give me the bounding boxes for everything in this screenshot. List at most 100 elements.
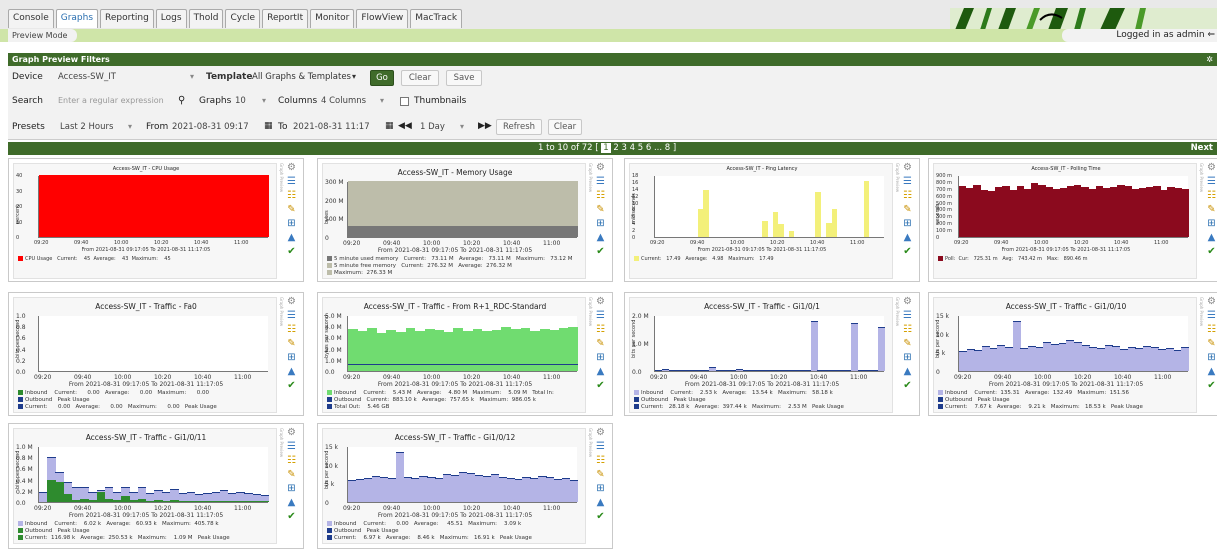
zoom-icon[interactable]: ⊞: [901, 218, 914, 230]
graph-card[interactable]: Access-SW_IT - Memory Usage bytes 300 M 200…: [317, 158, 613, 282]
tab-logs[interactable]: Logs: [155, 9, 187, 28]
graph-image[interactable]: Access-SW_IT - Traffic - Gi1/0/12 bits pe…: [322, 428, 586, 544]
graph-card[interactable]: Access-SW_IT - Traffic - Gi1/0/1 bits per…: [624, 292, 920, 416]
list-icon[interactable]: ☷: [901, 324, 914, 336]
list-icon[interactable]: ☷: [1205, 190, 1217, 202]
gear-icon[interactable]: ⚙: [285, 427, 298, 439]
graph-image[interactable]: Access-SW_IT - CPU Usage percent 40 30 20 10 0…: [13, 163, 277, 279]
tab-flowview[interactable]: FlowView: [356, 9, 409, 28]
edit-icon[interactable]: ✎: [901, 338, 914, 350]
calendar-icon[interactable]: ▦: [385, 121, 394, 131]
list-icon[interactable]: ☷: [1205, 324, 1217, 336]
search-icon[interactable]: ⚲: [178, 95, 185, 106]
wrench-icon[interactable]: ✔: [1205, 246, 1217, 258]
tab-cycle[interactable]: Cycle: [225, 9, 261, 28]
timespan-icon[interactable]: ▲: [285, 366, 298, 378]
gear-icon[interactable]: ⚙: [1205, 162, 1217, 174]
current-page[interactable]: 1: [601, 143, 611, 153]
timespan-dropdown-icon[interactable]: ▾: [460, 122, 464, 131]
tab-reporting[interactable]: Reporting: [100, 9, 154, 28]
graph-card[interactable]: Access-SW_IT - Traffic - Gi1/0/10 bits pe…: [928, 292, 1217, 416]
next-page-link[interactable]: Next: [1191, 142, 1213, 155]
wrench-icon[interactable]: ✔: [901, 380, 914, 392]
gear-icon[interactable]: ⚙: [594, 296, 607, 308]
edit-icon[interactable]: ✎: [901, 204, 914, 216]
presets-dropdown-icon[interactable]: ▾: [128, 122, 132, 131]
graph-image[interactable]: Access-SW_IT - Traffic - Gi1/0/11 bits pe…: [13, 428, 277, 544]
wrench-icon[interactable]: ✔: [594, 246, 607, 258]
timespan-icon[interactable]: ▲: [594, 497, 607, 509]
zoom-icon[interactable]: ⊞: [285, 352, 298, 364]
list-icon[interactable]: ☷: [594, 190, 607, 202]
device-dropdown-icon[interactable]: ▾: [190, 72, 194, 81]
search-input[interactable]: Enter a regular expression: [58, 93, 183, 109]
csv-icon[interactable]: ☰: [285, 310, 298, 322]
wrench-icon[interactable]: ✔: [285, 511, 298, 523]
wrench-icon[interactable]: ✔: [285, 380, 298, 392]
graph-image[interactable]: Access-SW_IT - Ping Latency milliseconds 1…: [629, 163, 893, 279]
csv-icon[interactable]: ☰: [901, 176, 914, 188]
clear-button[interactable]: Clear: [401, 70, 439, 86]
csv-icon[interactable]: ☰: [594, 176, 607, 188]
zoom-icon[interactable]: ⊞: [901, 352, 914, 364]
list-icon[interactable]: ☷: [594, 324, 607, 336]
timespan-icon[interactable]: ▲: [901, 232, 914, 244]
go-button[interactable]: Go: [370, 70, 394, 86]
device-select[interactable]: Access-SW_IT: [58, 69, 198, 85]
zoom-icon[interactable]: ⊞: [594, 218, 607, 230]
gear-icon[interactable]: ⚙: [594, 162, 607, 174]
timespan-icon[interactable]: ▲: [901, 366, 914, 378]
clear-time-button[interactable]: Clear: [548, 119, 582, 135]
graph-card[interactable]: Access-SW_IT - Ping Latency milliseconds 1…: [624, 158, 920, 282]
zoom-icon[interactable]: ⊞: [1205, 352, 1217, 364]
timespan-icon[interactable]: ▲: [1205, 366, 1217, 378]
list-icon[interactable]: ☷: [285, 324, 298, 336]
shift-left-icon[interactable]: ◀◀: [398, 121, 412, 131]
tab-monitor[interactable]: Monitor: [310, 9, 355, 28]
tab-mactrack[interactable]: MacTrack: [410, 9, 463, 28]
page-links[interactable]: 2 3 4 5 6 ... 8 ]: [613, 143, 676, 153]
from-date-input[interactable]: 2021-08-31 09:17: [172, 119, 262, 135]
edit-icon[interactable]: ✎: [1205, 338, 1217, 350]
tab-console[interactable]: Console: [8, 9, 54, 28]
template-dropdown-icon[interactable]: ▾: [352, 72, 356, 81]
edit-icon[interactable]: ✎: [285, 469, 298, 481]
calendar-icon[interactable]: ▦: [264, 121, 273, 131]
csv-icon[interactable]: ☰: [594, 310, 607, 322]
gear-icon[interactable]: ⚙: [901, 162, 914, 174]
csv-icon[interactable]: ☰: [901, 310, 914, 322]
shift-right-icon[interactable]: ▶▶: [478, 121, 492, 131]
presets-select[interactable]: Last 2 Hours: [60, 119, 120, 135]
timespan-icon[interactable]: ▲: [594, 366, 607, 378]
zoom-icon[interactable]: ⊞: [594, 483, 607, 495]
csv-icon[interactable]: ☰: [285, 441, 298, 453]
edit-icon[interactable]: ✎: [594, 204, 607, 216]
timespan-icon[interactable]: ▲: [285, 497, 298, 509]
timespan-icon[interactable]: ▲: [1205, 232, 1217, 244]
zoom-icon[interactable]: ⊞: [1205, 218, 1217, 230]
wrench-icon[interactable]: ✔: [901, 246, 914, 258]
graph-card[interactable]: Access-SW_IT - Polling Time seconds 900 m8…: [928, 158, 1217, 282]
graph-card[interactable]: Access-SW_IT - Traffic - Gi1/0/12 bits pe…: [317, 423, 613, 549]
columns-dropdown-icon[interactable]: ▾: [380, 96, 384, 105]
graph-image[interactable]: Access-SW_IT - Traffic - Gi1/0/1 bits per…: [629, 297, 893, 413]
gear-icon[interactable]: ⚙: [1205, 296, 1217, 308]
timespan-icon[interactable]: ▲: [285, 232, 298, 244]
collapse-icon[interactable]: ✲: [1206, 53, 1213, 66]
thumbnails-checkbox[interactable]: [400, 97, 409, 106]
graph-card[interactable]: Access-SW_IT - Traffic - From R+1_RDC-St…: [317, 292, 613, 416]
wrench-icon[interactable]: ✔: [285, 246, 298, 258]
timespan-icon[interactable]: ▲: [594, 232, 607, 244]
csv-icon[interactable]: ☰: [285, 176, 298, 188]
graphs-select[interactable]: 10: [235, 93, 255, 109]
tab-graphs[interactable]: Graphs: [55, 9, 99, 28]
graph-card[interactable]: Access-SW_IT - Traffic - Fa0 bits per sec…: [8, 292, 304, 416]
wrench-icon[interactable]: ✔: [1205, 380, 1217, 392]
save-button[interactable]: Save: [446, 70, 482, 86]
list-icon[interactable]: ☷: [285, 190, 298, 202]
csv-icon[interactable]: ☰: [1205, 310, 1217, 322]
csv-icon[interactable]: ☰: [594, 441, 607, 453]
refresh-button[interactable]: Refresh: [496, 119, 542, 135]
graph-card[interactable]: Access-SW_IT - Traffic - Gi1/0/11 bits pe…: [8, 423, 304, 549]
list-icon[interactable]: ☷: [901, 190, 914, 202]
